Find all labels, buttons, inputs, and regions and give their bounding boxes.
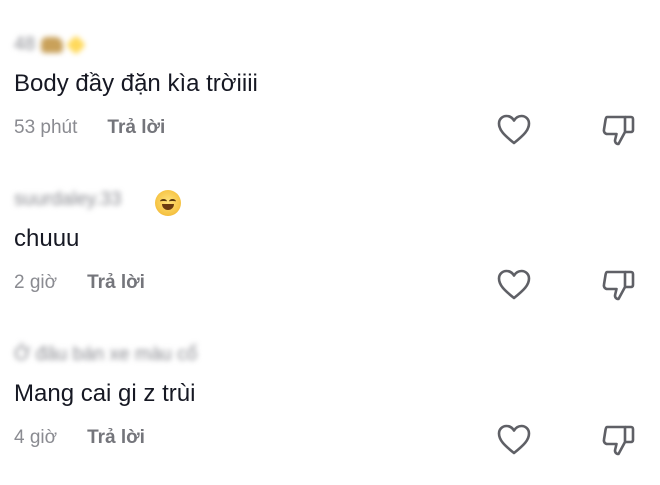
heart-outline-icon [497,114,531,145]
comment-time: 53 phút [14,117,78,138]
comment-item: Ở đâu bán xe màu cổ Mang cai gi z trùi 4… [0,335,660,485]
comment-text: chuuu [14,225,80,252]
thumbs-down-outline-icon [602,425,635,456]
like-button[interactable] [496,113,532,147]
dislike-button[interactable] [600,113,636,147]
like-button[interactable] [496,268,532,302]
username-text: suurdaley.33 [14,189,122,210]
thumbs-down-outline-icon [602,115,635,146]
comment-text: Mang cai gi z trùi [14,380,196,407]
username-text: 48 [14,34,36,55]
comment-username[interactable]: Ở đâu bán xe màu cổ [14,343,197,367]
thumbs-down-outline-icon [602,270,635,301]
comment-meta: 4 giờ Trả lời [14,426,145,450]
comment-username[interactable]: suurdaley.33 [14,188,121,212]
like-button[interactable] [496,423,532,457]
heart-outline-icon [497,269,531,300]
dog-emoji-icon [41,37,64,53]
comment-username[interactable]: 48 [14,33,87,57]
comment-meta: 53 phút Trả lời [14,116,165,140]
reply-button[interactable]: Trả lời [87,271,145,295]
comment-time: 4 giờ [14,427,58,448]
comment-text: Body đầy đặn kìa trờiiii [14,70,258,97]
comment-item: 48 Body đầy đặn kìa trờiiii 53 phút Trả … [0,25,660,175]
username-text: Ở đâu bán xe màu cổ [14,344,198,365]
sparkle-emoji-icon [66,35,87,55]
comment-meta: 2 giờ Trả lời [14,271,145,295]
grinning-emoji-icon [155,190,181,216]
comment-time: 2 giờ [14,272,58,293]
comment-item: suurdaley.33 chuuu 2 giờ Trả lời [0,180,660,330]
heart-outline-icon [497,424,531,455]
dislike-button[interactable] [600,423,636,457]
reply-button[interactable]: Trả lời [87,426,145,450]
reply-button[interactable]: Trả lời [107,116,165,140]
dislike-button[interactable] [600,268,636,302]
